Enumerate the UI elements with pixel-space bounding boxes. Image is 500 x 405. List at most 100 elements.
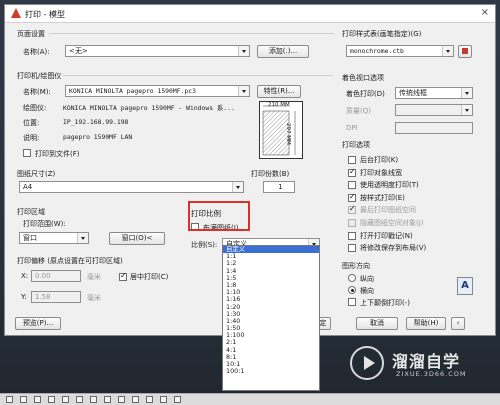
plot-range-select[interactable]: 窗口 — [19, 232, 89, 244]
page-setup-name-select[interactable]: <无> — [65, 45, 250, 57]
chevron-down-icon — [232, 182, 243, 192]
plot-option-checkbox[interactable] — [348, 167, 356, 177]
status-bar — [0, 393, 500, 405]
collapse-button[interactable]: ‹ — [451, 317, 465, 330]
status-icon[interactable] — [76, 396, 83, 403]
upside-down-label: 上下颠倒打印(-) — [360, 299, 410, 307]
portrait-label: 纵向 — [360, 275, 374, 283]
portrait-radio[interactable] — [348, 274, 356, 282]
plot-option-label: 打印对象线宽 — [360, 168, 402, 177]
plot-option-checkbox[interactable] — [348, 156, 356, 164]
chevron-down-icon — [238, 46, 249, 56]
status-icon[interactable] — [20, 396, 27, 403]
scale-option[interactable]: 1:5 — [223, 274, 319, 282]
paper-size-value: A4 — [23, 183, 33, 191]
center-plot-checkbox[interactable] — [119, 271, 127, 281]
plot-area-section-label: 打印区域 — [17, 208, 45, 216]
status-icon[interactable] — [104, 396, 111, 403]
scale-option[interactable]: 1:4 — [223, 267, 319, 275]
status-icon[interactable] — [146, 396, 153, 403]
plotter-label: 绘图仪: — [23, 104, 47, 112]
window-pick-button[interactable]: 窗口(O)< — [109, 232, 165, 245]
plot-option-checkbox[interactable] — [348, 181, 356, 190]
plot-options-section-label: 打印选项 — [342, 141, 370, 149]
printer-name-value: KONICA MINOLTA pagepro 1590MF.pc3 — [69, 87, 196, 95]
shaded-viewport-section-label: 着色视口选项 — [342, 74, 384, 82]
watermark-brand: 溜溜自学 — [392, 352, 461, 371]
offset-x-unit: 毫米 — [87, 273, 101, 281]
cancel-button[interactable]: 取消 — [356, 317, 398, 330]
plot-option-checkbox[interactable] — [348, 219, 356, 227]
status-icon[interactable] — [118, 396, 125, 403]
dpi-input[interactable] — [395, 122, 473, 134]
preview-button[interactable]: 预览(P)... — [15, 317, 61, 330]
description-value: pagepro 1590MF LAN — [63, 133, 133, 141]
plot-option-checkbox[interactable] — [348, 204, 356, 215]
plot-option-label: 将修改保存到布局(V) — [360, 244, 427, 253]
scale-option[interactable]: 4:1 — [223, 346, 319, 354]
edit-icon — [462, 48, 468, 54]
copies-input[interactable]: 1 — [263, 181, 295, 193]
orientation-preview-icon: A — [457, 277, 473, 295]
plot-offset-section-label: 打印偏移 (原点设置在可打印区域) — [17, 257, 123, 265]
status-icon[interactable] — [34, 396, 41, 403]
plot-option-checkbox[interactable] — [348, 231, 356, 240]
status-icon[interactable] — [160, 396, 167, 403]
preview-width-label: 210 MM — [268, 102, 290, 108]
shade-plot-label: 着色打印(D) — [346, 90, 385, 98]
plot-range-value: 窗口 — [23, 234, 37, 242]
scale-option[interactable]: 自定义 — [223, 246, 319, 254]
print-to-file-checkbox[interactable] — [23, 149, 31, 157]
center-plot-label: 居中打印(C) — [130, 273, 169, 281]
status-icon[interactable] — [6, 396, 13, 403]
paper-preview — [259, 101, 303, 159]
plot-style-value: monochrome.ctb — [350, 47, 404, 55]
plot-option-label: 使用透明度打印(T) — [360, 181, 419, 190]
status-icon[interactable] — [90, 396, 97, 403]
plot-option-label: 后台打印(K) — [360, 156, 399, 164]
plot-option-label: 按样式打印(E) — [360, 193, 405, 202]
scale-dropdown-list[interactable]: 自定义 1:1 1:2 1:4 1:5 1:8 1:10 1:16 1:20 1:30 1:40 1:… — [222, 245, 320, 391]
offset-y-input[interactable]: 1.58 — [31, 291, 81, 303]
plot-option-checkbox[interactable] — [348, 192, 356, 202]
scale-option[interactable]: 100:1 — [223, 367, 319, 375]
status-icon[interactable] — [48, 396, 55, 403]
edit-plot-style-button[interactable] — [458, 45, 472, 58]
scale-label: 比例(S): — [191, 241, 218, 249]
status-icon[interactable] — [174, 396, 181, 403]
plot-style-select[interactable]: monochrome.ctb — [346, 45, 454, 57]
offset-y-label: Y: — [21, 293, 27, 301]
shade-plot-select[interactable]: 传统线框 — [395, 87, 473, 99]
scale-option[interactable]: 1:100 — [223, 332, 319, 339]
description-label: 说明: — [23, 134, 40, 142]
printer-name-label: 名称(M): — [23, 88, 51, 96]
printer-name-select[interactable]: KONICA MINOLTA pagepro 1590MF.pc3 — [65, 85, 250, 97]
paper-size-select[interactable]: A4 — [19, 181, 244, 193]
scale-option[interactable]: 1:1 — [223, 252, 319, 260]
offset-x-input[interactable]: 0.00 — [31, 270, 81, 282]
close-icon[interactable]: × — [481, 7, 489, 18]
help-button[interactable]: 帮助(H) — [406, 317, 446, 330]
upside-down-checkbox[interactable] — [348, 298, 356, 306]
status-icon[interactable] — [132, 396, 139, 403]
scale-option[interactable]: 1:2 — [223, 260, 319, 267]
dpi-label: DPI — [346, 124, 358, 132]
title-bar: 打印 - 模型 × — [5, 5, 495, 23]
landscape-label: 横向 — [360, 287, 374, 295]
printer-section-label: 打印机/绘图仪 — [17, 72, 62, 80]
orientation-section-label: 图形方向 — [342, 262, 370, 270]
shade-plot-value: 传统线框 — [399, 89, 427, 97]
copies-value: 1 — [278, 183, 283, 191]
copies-label: 打印份数(B) — [251, 170, 290, 178]
quality-select[interactable] — [395, 104, 473, 116]
scale-option[interactable]: 2:1 — [223, 339, 319, 346]
page-setup-name-value: <无> — [69, 47, 88, 55]
printer-properties-button[interactable]: 特性(R)... — [257, 85, 301, 98]
offset-y-unit: 毫米 — [87, 294, 101, 302]
plotter-value: KONICA MINOLTA pagepro 1590MF - Windows … — [63, 104, 235, 112]
landscape-radio[interactable] — [348, 286, 356, 294]
status-icon[interactable] — [62, 396, 69, 403]
plot-option-label: 隐藏图纸空间对象(J) — [360, 219, 424, 227]
plot-option-checkbox[interactable] — [348, 244, 356, 253]
add-page-setup-button[interactable]: 添加(.)... — [257, 45, 309, 58]
